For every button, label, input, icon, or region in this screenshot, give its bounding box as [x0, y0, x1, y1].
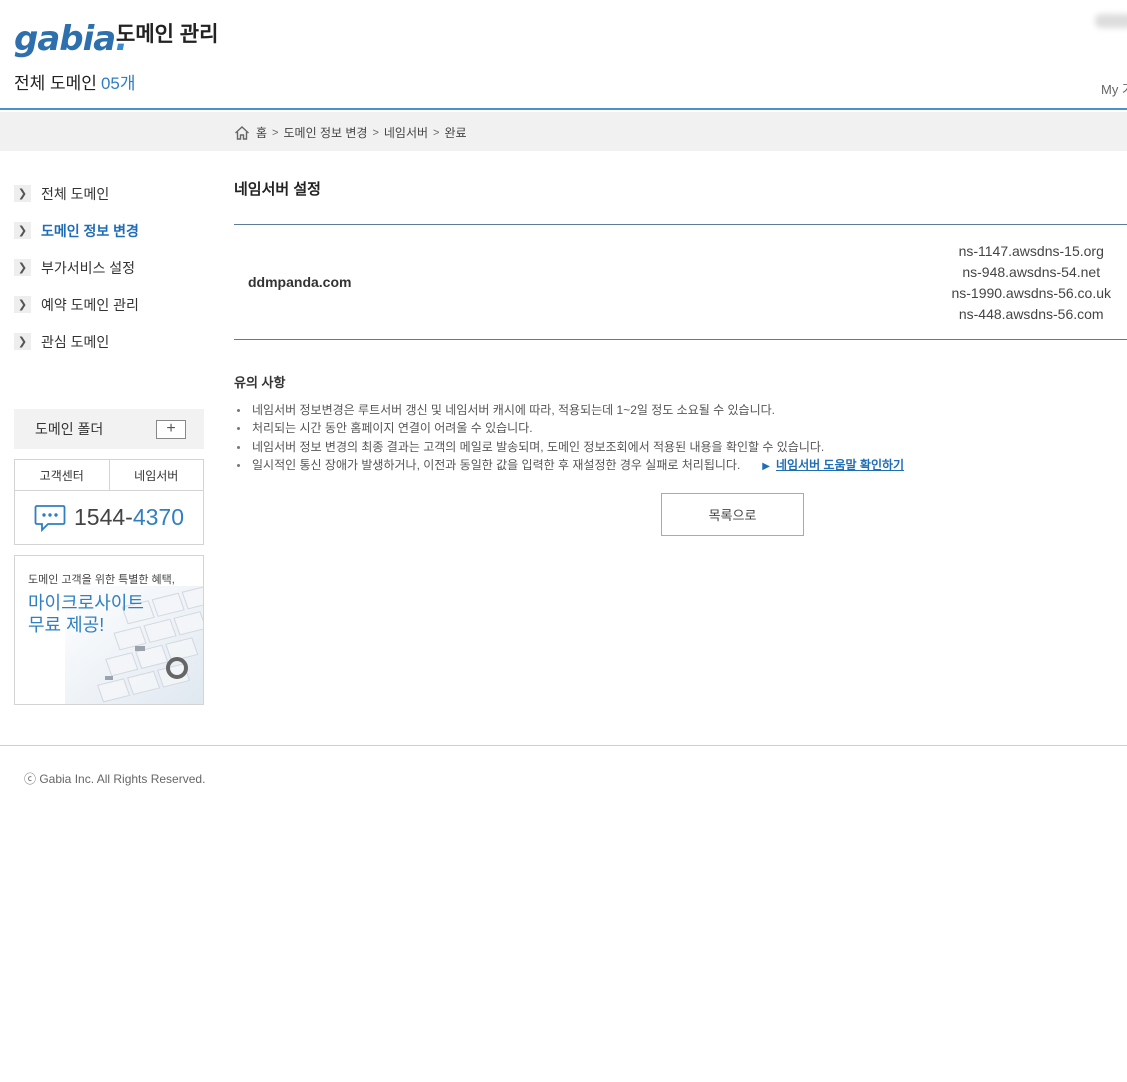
chevron-right-icon: ❯ [14, 333, 31, 350]
chevron-right-icon: ❯ [14, 222, 31, 239]
support-phone: 1544-4370 [15, 491, 203, 544]
sidebar-item-addon-services[interactable]: ❯ 부가서비스 설정 [14, 249, 204, 286]
page-title: 네임서버 설정 [234, 181, 321, 198]
notice-item: 네임서버 정보변경은 루트서버 갱신 및 네임서버 캐시에 따라, 적용되는데 … [234, 401, 904, 419]
notice-item: 일시적인 통신 장애가 발생하거나, 이전과 동일한 값을 입력한 후 재설정한… [234, 456, 904, 476]
sidebar-item-reserved-domains[interactable]: ❯ 예약 도메인 관리 [14, 286, 204, 323]
tab-customer-center[interactable]: 고객센터 [15, 460, 109, 490]
breadcrumb-separator: > [433, 126, 440, 139]
user-name-blurred [1095, 14, 1127, 28]
chat-bubble-icon [34, 504, 66, 532]
nameserver-item: ns-1990.awsdns-56.co.uk [951, 285, 1111, 301]
back-to-list-button[interactable]: 목록으로 [661, 493, 804, 536]
notice-item: 처리되는 시간 동안 홈페이지 연결이 어려울 수 있습니다. [234, 419, 904, 437]
nameserver-item: ns-948.awsdns-54.net [962, 264, 1101, 280]
sidebar-item-label: 관심 도메인 [41, 333, 110, 350]
tab-nameserver[interactable]: 네임서버 [108, 460, 204, 490]
triangle-right-icon: ▶ [762, 460, 770, 472]
total-domain-label: 전체 도메인 [14, 74, 97, 93]
notice-list: 네임서버 정보변경은 루트서버 갱신 및 네임서버 캐시에 따라, 적용되는데 … [234, 401, 904, 476]
header: gabia. 도메인 관리 전체 도메인05개 My 가 [0, 0, 1127, 110]
support-box: 고객센터 네임서버 1544-4370 [14, 459, 204, 545]
sidebar-item-label: 도메인 정보 변경 [41, 222, 139, 239]
breadcrumb-home[interactable]: 홈 [256, 124, 267, 141]
chevron-right-icon: ❯ [14, 259, 31, 276]
notice-item: 네임서버 정보 변경의 최종 결과는 고객의 메일로 발송되며, 도메인 정보조… [234, 438, 904, 456]
sidebar-item-label: 전체 도메인 [41, 185, 110, 202]
sidebar-item-label: 부가서비스 설정 [41, 259, 136, 276]
footer-divider [0, 745, 1127, 746]
breadcrumb-complete: 완료 [444, 126, 467, 140]
nameserver-item: ns-1147.awsdns-15.org [958, 243, 1104, 259]
support-tabs: 고객센터 네임서버 [15, 460, 203, 491]
my-page-link[interactable]: My 가 [1101, 79, 1127, 98]
app-title: 도메인 관리 [116, 23, 219, 46]
sidebar-menu: ❯ 전체 도메인 ❯ 도메인 정보 변경 ❯ 부가서비스 설정 ❯ 예약 도메인… [14, 175, 204, 360]
add-folder-button[interactable]: + [156, 419, 186, 439]
sidebar-item-domain-info-change[interactable]: ❯ 도메인 정보 변경 [14, 212, 204, 249]
domain-name: ddmpanda.com [248, 274, 352, 290]
copyright: ⓒ Gabia Inc. All Rights Reserved. [24, 772, 206, 786]
gabia-logo[interactable]: gabia. [14, 20, 128, 58]
sidebar-item-label: 예약 도메인 관리 [41, 296, 139, 313]
nameserver-table: ddmpanda.com ns-1147.awsdns-15.org ns-94… [234, 224, 1127, 340]
promo-title: 마이크로사이트 무료 제공! [28, 593, 144, 635]
total-domain-number: 05개 [100, 74, 136, 93]
home-icon[interactable] [234, 125, 250, 141]
chevron-right-icon: ❯ [14, 185, 31, 202]
sidebar-item-all-domains[interactable]: ❯ 전체 도메인 [14, 175, 204, 212]
chevron-right-icon: ❯ [14, 296, 31, 313]
promo-subtitle: 도메인 고객을 위한 특별한 혜택, [28, 574, 175, 586]
breadcrumb-separator: > [272, 126, 279, 139]
total-domain-count: 전체 도메인 05개 [14, 73, 136, 95]
domain-folder-box: 도메인 폴더 + [14, 409, 204, 449]
breadcrumb-separator: > [372, 126, 379, 139]
sidebar-item-watch-domains[interactable]: ❯ 관심 도메인 [14, 323, 204, 360]
domain-folder-label: 도메인 폴더 [35, 421, 104, 437]
breadcrumb-bar: 홈 > 도메인 정보 변경 > 네임서버 > 완료 [0, 112, 1127, 151]
microsite-promo-banner[interactable]: 도메인 고객을 위한 특별한 혜택, 마이크로사이트 무료 제공! [14, 555, 204, 705]
notice-title: 유의 사항 [234, 375, 286, 390]
breadcrumb-nameserver[interactable]: 네임서버 [384, 124, 428, 141]
support-phone-number: 1544-4370 [74, 504, 184, 530]
nameserver-list: ns-1147.awsdns-15.org ns-948.awsdns-54.n… [951, 241, 1111, 325]
breadcrumb-domain-info[interactable]: 도메인 정보 변경 [283, 124, 367, 141]
nameserver-item: ns-448.awsdns-56.com [958, 306, 1104, 322]
nameserver-help-link[interactable]: ▶ 네임서버 도움말 확인하기 [762, 458, 904, 472]
breadcrumb: 홈 > 도메인 정보 변경 > 네임서버 > 완료 [234, 124, 467, 141]
